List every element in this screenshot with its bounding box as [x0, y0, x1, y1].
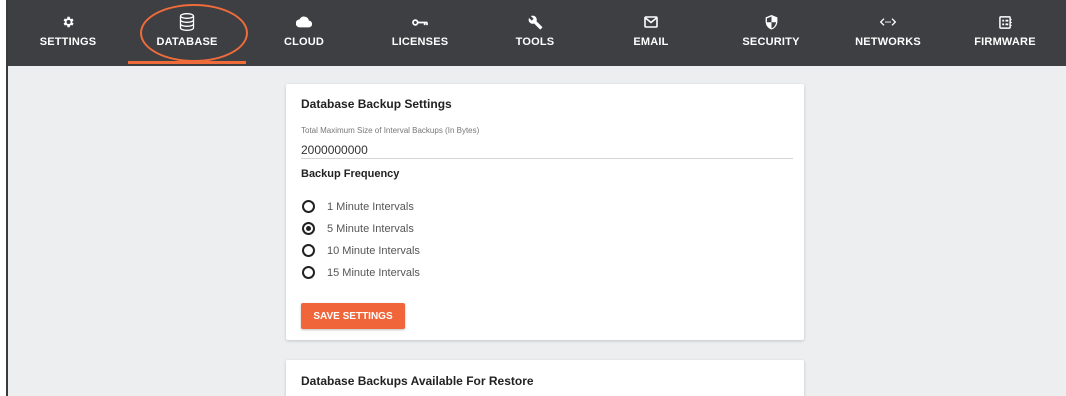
nav-label-security: SECURITY	[742, 36, 800, 48]
radio-option-label: 5 Minute Intervals	[327, 222, 414, 235]
nav-settings[interactable]: SETTINGS	[8, 0, 128, 66]
restore-backups-card: Database Backups Available For Restore	[286, 360, 804, 396]
nav-networks[interactable]: NETWORKS	[832, 0, 944, 66]
radio-option-10-minute[interactable]: 10 Minute Intervals	[302, 244, 420, 257]
max-size-input[interactable]	[301, 142, 793, 159]
radio-option-label: 10 Minute Intervals	[327, 244, 420, 257]
nav-licenses[interactable]: LICENSES	[362, 0, 478, 66]
nav-cloud[interactable]: CLOUD	[246, 0, 362, 66]
database-icon	[179, 13, 195, 31]
restore-backups-title: Database Backups Available For Restore	[301, 374, 534, 388]
radio-button[interactable]	[302, 200, 315, 213]
radio-button[interactable]	[302, 222, 315, 235]
save-settings-button[interactable]: SAVE SETTINGS	[301, 303, 405, 329]
radio-option-5-minute[interactable]: 5 Minute Intervals	[302, 222, 414, 235]
app-frame: SETTINGS DATABASE CLOUD LICENSES TOOLS E…	[6, 0, 1066, 396]
radio-option-15-minute[interactable]: 15 Minute Intervals	[302, 266, 420, 279]
gear-icon	[61, 14, 75, 30]
nav-email[interactable]: EMAIL	[592, 0, 710, 66]
nav-tools[interactable]: TOOLS	[478, 0, 592, 66]
shield-icon	[765, 14, 778, 30]
code-arrows-icon	[880, 14, 896, 30]
nav-label-licenses: LICENSES	[391, 36, 449, 48]
nav-database[interactable]: DATABASE	[128, 0, 246, 66]
nav-label-firmware: FIRMWARE	[974, 36, 1036, 48]
backup-frequency-label: Backup Frequency	[301, 168, 400, 180]
backup-settings-card: Database Backup Settings Total Maximum S…	[286, 84, 804, 340]
nav-label-tools: TOOLS	[515, 36, 555, 48]
radio-button[interactable]	[302, 244, 315, 257]
nav-label-cloud: CLOUD	[283, 36, 325, 48]
key-icon	[412, 14, 428, 30]
radio-option-label: 1 Minute Intervals	[327, 200, 414, 213]
cloud-icon	[296, 14, 312, 30]
nav-label-networks: NETWORKS	[855, 36, 921, 48]
max-size-label: Total Maximum Size of Interval Backups (…	[301, 126, 480, 135]
backup-settings-title: Database Backup Settings	[301, 97, 452, 111]
nav-label-email: EMAIL	[633, 36, 669, 48]
firmware-icon	[998, 14, 1012, 30]
nav-label-database: DATABASE	[156, 36, 218, 48]
radio-option-1-minute[interactable]: 1 Minute Intervals	[302, 200, 414, 213]
nav-label-settings: SETTINGS	[39, 36, 97, 48]
nav-security[interactable]: SECURITY	[710, 0, 832, 66]
radio-option-label: 15 Minute Intervals	[327, 266, 420, 279]
top-navbar: SETTINGS DATABASE CLOUD LICENSES TOOLS E…	[8, 0, 1066, 66]
nav-firmware[interactable]: FIRMWARE	[944, 0, 1066, 66]
radio-button[interactable]	[302, 266, 315, 279]
mail-icon	[644, 14, 658, 30]
wrench-icon	[528, 14, 543, 30]
